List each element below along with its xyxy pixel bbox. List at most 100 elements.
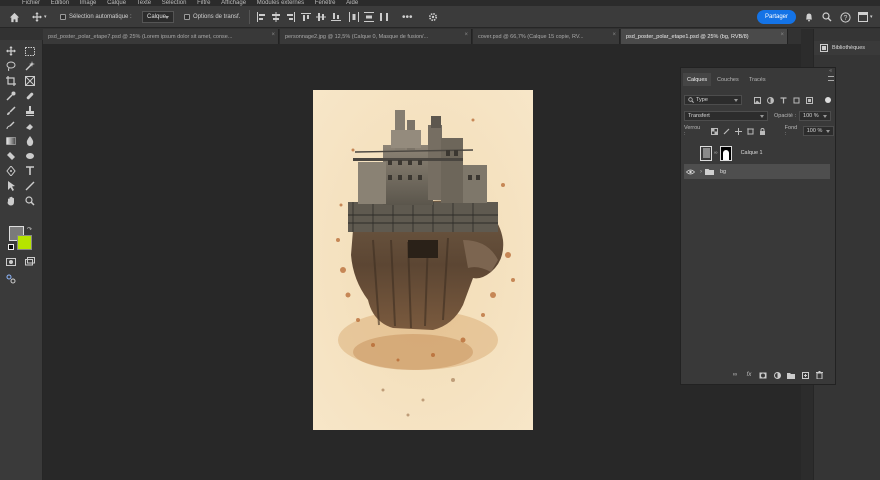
eyedropper-tool[interactable] [5, 90, 17, 102]
libraries-tab[interactable]: Bibliothèques [814, 41, 880, 55]
align-center-h-button[interactable] [271, 6, 281, 28]
close-icon[interactable]: × [464, 32, 468, 38]
layer-name[interactable]: bg [720, 169, 726, 175]
menu-window[interactable]: Fenêtre [315, 0, 336, 6]
path-selection-tool[interactable] [5, 180, 17, 192]
menu-file[interactable]: Fichier [22, 0, 40, 6]
menu-filter[interactable]: Filtre [197, 0, 210, 6]
menu-layer[interactable]: Calque [107, 0, 126, 6]
menu-edit[interactable]: Edition [51, 0, 69, 6]
menu-image[interactable]: Image [80, 0, 97, 6]
more-options-button[interactable]: ••• [402, 6, 413, 28]
help-button[interactable]: ? [840, 6, 851, 28]
add-mask-icon[interactable] [759, 371, 767, 379]
align-top-button[interactable] [301, 6, 311, 28]
auto-select-checkbox[interactable]: Sélection automatique : [60, 6, 132, 28]
document-canvas[interactable] [313, 90, 533, 430]
transform-options-checkbox[interactable]: Options de transf. [184, 6, 240, 28]
blur-tool[interactable] [24, 135, 36, 147]
menu-type[interactable]: Texte [137, 0, 151, 6]
workspace-button[interactable]: ▾ [858, 6, 873, 28]
adjustment-layer-icon[interactable] [773, 371, 781, 379]
align-left-button[interactable] [256, 6, 266, 28]
menu-select[interactable]: Sélection [162, 0, 187, 6]
menu-plugins[interactable]: Modules externes [257, 0, 304, 6]
default-colors-icon[interactable] [8, 244, 14, 250]
object-select-tool[interactable] [24, 60, 36, 72]
lock-pixels-icon[interactable] [723, 128, 730, 135]
smart-object-filter-icon[interactable] [806, 96, 813, 104]
notifications-button[interactable] [804, 6, 814, 28]
tab-layers[interactable]: Calques [683, 73, 712, 86]
brush-tool[interactable] [5, 105, 17, 117]
share-button[interactable]: Partager [757, 10, 797, 24]
frame-tool[interactable] [24, 75, 36, 87]
eraser-tool[interactable] [24, 120, 36, 132]
fx-icon[interactable]: fx [745, 371, 753, 379]
layer-name[interactable]: Calque 1 [741, 150, 763, 156]
move-tool[interactable] [5, 45, 17, 57]
link-layers-icon[interactable]: ∞ [731, 371, 739, 379]
lock-position-icon[interactable] [734, 127, 742, 135]
align-middle-v-button[interactable] [316, 6, 326, 28]
distribute-h-button[interactable] [349, 6, 359, 28]
lock-artboard-icon[interactable] [746, 127, 754, 135]
new-layer-icon[interactable] [801, 371, 809, 379]
menu-help[interactable]: Aide [346, 0, 358, 6]
gradient-tool[interactable] [5, 135, 17, 147]
sponge-tool[interactable] [24, 150, 36, 162]
tab-cover[interactable]: cover.psd @ 66,7% (Calque 15 copie, RV..… [473, 29, 620, 44]
menu-view[interactable]: Affichage [221, 0, 246, 6]
search-button[interactable] [822, 6, 832, 28]
visibility-toggle[interactable] [684, 147, 696, 159]
artboard-tool[interactable] [24, 45, 36, 57]
distribute-spacing-button[interactable] [379, 6, 389, 28]
screen-mode-button[interactable] [24, 256, 36, 268]
tab-personnage2[interactable]: personnage2.jpg @ 12,5% (Calque 0, Masqu… [280, 29, 472, 44]
quick-mask-button[interactable] [5, 256, 17, 268]
close-icon[interactable]: × [612, 32, 616, 38]
settings-button[interactable] [428, 6, 438, 28]
adjustment-filter-icon[interactable] [767, 96, 774, 104]
clone-stamp-tool[interactable] [24, 105, 36, 117]
blend-mode-dropdown[interactable]: Transfert [684, 111, 768, 121]
swap-colors-icon[interactable]: ↷ [27, 226, 32, 233]
chain-link-icon[interactable]: ∞ [714, 150, 718, 156]
fill-field[interactable]: 100 % [802, 126, 834, 136]
type-filter-icon[interactable] [780, 96, 787, 104]
zoom-tool[interactable] [24, 195, 36, 207]
close-icon[interactable]: × [780, 32, 784, 38]
move-tool-button[interactable]: ▾ [32, 6, 47, 28]
lock-transparency-icon[interactable] [710, 127, 718, 135]
line-tool[interactable] [24, 180, 36, 192]
layer-row-bg[interactable]: › bg [684, 164, 830, 179]
tab-psd-poster-polar-etape1[interactable]: psd_poster_polar_etape1.psd @ 25% (bg, R… [621, 29, 788, 44]
auto-select-target-dropdown[interactable]: Calque [142, 11, 174, 23]
tab-psd-poster-polar-etape7[interactable]: psd_poster_polar_etape7.psd @ 25% (Lorem… [43, 29, 279, 44]
distribute-v-button[interactable] [364, 6, 374, 28]
tab-channels[interactable]: Couches [713, 73, 743, 86]
new-group-icon[interactable] [787, 371, 795, 379]
layer-row-calque-1[interactable]: ∞ Calque 1 [684, 144, 830, 162]
lock-all-icon[interactable] [759, 127, 766, 135]
shape-filter-icon[interactable] [793, 97, 800, 104]
crop-tool[interactable] [5, 75, 17, 87]
opacity-field[interactable]: 100 % [799, 111, 832, 121]
panel-menu-icon[interactable] [828, 76, 834, 81]
close-icon[interactable]: × [271, 32, 275, 38]
tab-paths[interactable]: Tracés [745, 73, 770, 86]
pen-tool[interactable] [5, 165, 17, 177]
hand-tool[interactable] [5, 195, 17, 207]
trash-icon[interactable] [815, 371, 823, 379]
filter-toggle-icon[interactable] [825, 97, 831, 103]
eye-icon[interactable] [686, 169, 695, 175]
align-right-button[interactable] [286, 6, 296, 28]
background-color-swatch[interactable] [17, 235, 32, 250]
edit-toolbar-button[interactable] [5, 273, 17, 285]
dodge-tool[interactable] [5, 150, 17, 162]
chevron-right-icon[interactable]: › [700, 169, 702, 175]
image-filter-icon[interactable] [754, 96, 761, 104]
history-brush-tool[interactable] [5, 120, 17, 132]
home-button[interactable] [9, 6, 20, 28]
spot-healing-tool[interactable] [24, 90, 36, 102]
